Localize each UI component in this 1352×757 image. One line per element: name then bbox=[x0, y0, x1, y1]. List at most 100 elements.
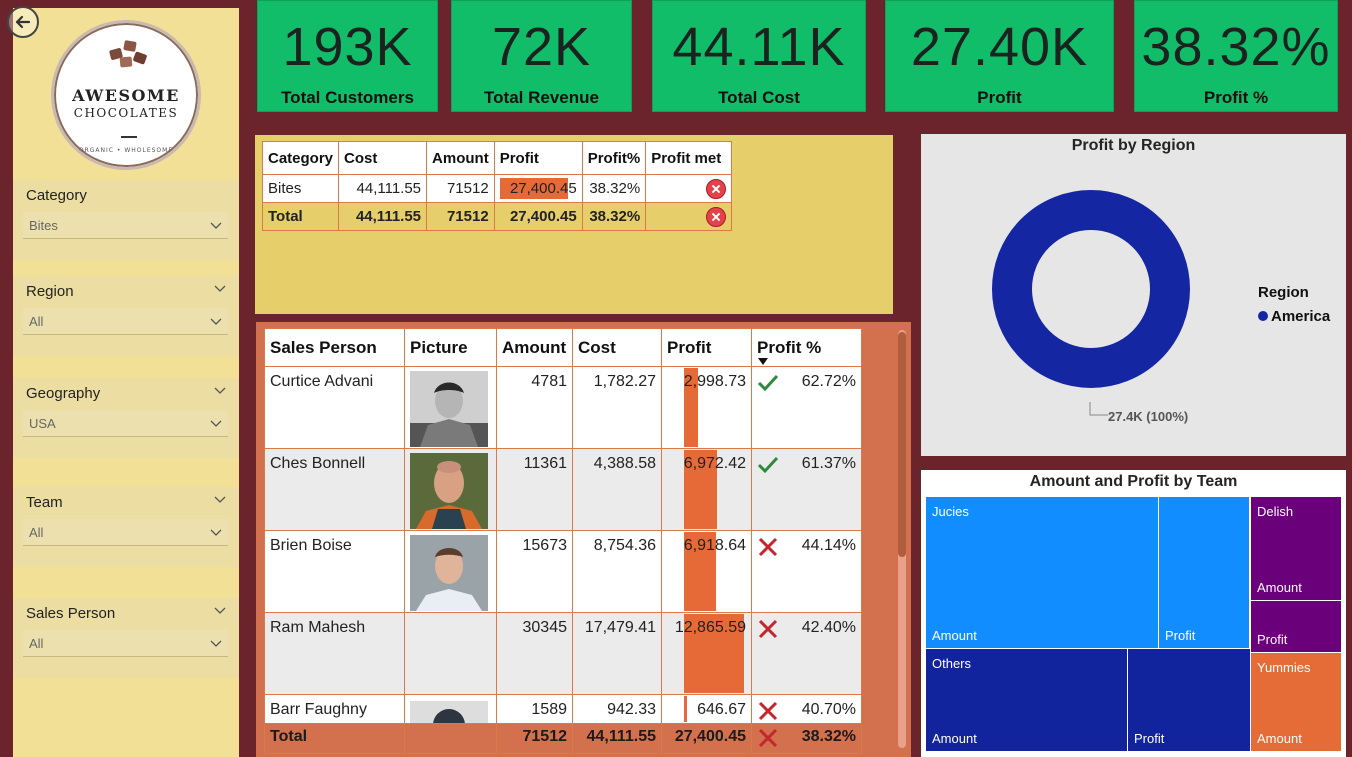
measure-label: Profit bbox=[1165, 628, 1196, 643]
category-dropdown[interactable]: Bites bbox=[23, 212, 228, 239]
slicer-category: Category Bites bbox=[13, 180, 239, 260]
table-row[interactable]: Ram Mahesh 30345 17,479.41 12,865.59 42.… bbox=[264, 612, 862, 695]
back-button[interactable] bbox=[7, 6, 39, 38]
scrollbar-thumb[interactable] bbox=[898, 332, 906, 557]
total-profit-pct-cell: 38.32% bbox=[751, 723, 862, 754]
legend-item-america[interactable]: America bbox=[1258, 308, 1330, 325]
profit-by-region-chart: Profit by Region 27.4K (100%) Region Ame… bbox=[921, 134, 1346, 456]
kpi-label: Profit bbox=[977, 88, 1022, 107]
dropdown-value: All bbox=[29, 525, 44, 540]
total-profit: 27,400.45 bbox=[661, 723, 752, 754]
category-table: Category Cost Amount Profit Profit% Prof… bbox=[261, 141, 733, 231]
slicer-title: Sales Person bbox=[26, 605, 116, 622]
sales-person-name: Ches Bonnell bbox=[264, 448, 405, 531]
profit-pct-value: 44.14% bbox=[801, 537, 856, 554]
slicer-sales-person: Sales Person All bbox=[13, 598, 239, 678]
treemap-cell-others-profit[interactable]: Profit bbox=[1127, 648, 1251, 752]
table-header-row: Category Cost Amount Profit Profit% Prof… bbox=[261, 141, 733, 175]
kpi-total-revenue: 72K Total Revenue bbox=[451, 0, 632, 112]
chevron-down-icon[interactable] bbox=[214, 282, 226, 294]
sort-desc-icon bbox=[758, 358, 768, 365]
profit-pct-value: 42.40% bbox=[801, 619, 856, 636]
picture-cell bbox=[404, 530, 497, 613]
sales-person-table: Sales Person Picture Amount Cost Profit … bbox=[264, 328, 862, 754]
column-header[interactable]: Sales Person bbox=[264, 328, 405, 367]
chart-title: Amount and Profit by Team bbox=[1029, 473, 1238, 490]
x-circle-icon bbox=[706, 178, 727, 199]
column-header-sorted[interactable]: Profit % bbox=[751, 328, 862, 367]
treemap-cell-jucies-profit[interactable]: Profit bbox=[1158, 496, 1250, 649]
amount-cell: 1589 bbox=[496, 694, 573, 724]
profit-cell: 27,400.45 bbox=[493, 174, 583, 203]
table-header-row: Sales Person Picture Amount Cost Profit … bbox=[264, 328, 862, 367]
x-mark-icon bbox=[758, 728, 778, 748]
measure-label: Amount bbox=[932, 628, 977, 643]
kpi-label: Total Revenue bbox=[484, 88, 599, 107]
donut-slice-america[interactable] bbox=[992, 190, 1190, 388]
kpi-profit: 27.40K Profit bbox=[885, 0, 1114, 112]
kpi-value: 44.11K bbox=[672, 17, 846, 77]
chevron-down-icon[interactable] bbox=[214, 384, 226, 396]
table-row[interactable]: Ches Bonnell 11361 4,388.58 6,972.42 61.… bbox=[264, 448, 862, 531]
measure-label: Profit bbox=[1257, 632, 1288, 647]
person-photo bbox=[410, 453, 488, 529]
check-icon bbox=[757, 374, 779, 392]
logo-divider bbox=[121, 136, 137, 138]
treemap-cell-jucies-amount[interactable]: Jucies Amount bbox=[925, 496, 1159, 649]
column-header[interactable]: Cost bbox=[572, 328, 662, 367]
slicer-title: Team bbox=[26, 494, 63, 511]
chevron-down-icon bbox=[210, 529, 222, 536]
total-label: Total bbox=[264, 723, 405, 754]
treemap-cell-yummies-amount[interactable]: Yummies Amount bbox=[1250, 652, 1342, 752]
logo-line1: AWESOME bbox=[72, 86, 180, 105]
scrollbar[interactable] bbox=[898, 330, 906, 748]
treemap-cell-delish-amount[interactable]: Delish Amount bbox=[1250, 496, 1342, 601]
region-dropdown[interactable]: All bbox=[23, 308, 228, 335]
sales-person-name: Ram Mahesh bbox=[264, 612, 405, 695]
geography-dropdown[interactable]: USA bbox=[23, 410, 228, 437]
treemap-cell-others-amount[interactable]: Others Amount bbox=[925, 648, 1128, 752]
table-row[interactable]: Brien Boise 15673 8,754.36 6,918.64 44.1… bbox=[264, 530, 862, 613]
profit-pct-cell: 42.40% bbox=[751, 612, 862, 695]
chevron-down-icon[interactable] bbox=[214, 604, 226, 616]
amount-cell: 11361 bbox=[496, 448, 573, 531]
treemap-cell-delish-profit[interactable]: Profit bbox=[1250, 600, 1342, 653]
total-label: Total bbox=[261, 202, 340, 231]
team-dropdown[interactable]: All bbox=[23, 519, 228, 546]
table-row[interactable]: Bites 44,111.55 71512 27,400.45 38.32% bbox=[261, 174, 733, 203]
column-header[interactable]: Category bbox=[261, 141, 340, 175]
table-row[interactable]: Barr Faughny 1589 942.33 646.67 40.70% bbox=[264, 694, 862, 724]
dropdown-value: USA bbox=[29, 416, 56, 431]
column-header[interactable]: Picture bbox=[404, 328, 497, 367]
table-row[interactable]: Curtice Advani 4781 1,782.27 2,998.73 62… bbox=[264, 366, 862, 449]
donut-data-label: 27.4K (100%) bbox=[1108, 409, 1189, 424]
filter-panel: AWESOME CHOCOLATES ORGANIC • WHOLESOME C… bbox=[13, 8, 239, 757]
slicer-title: Category bbox=[26, 187, 87, 204]
team-label: Yummies bbox=[1257, 660, 1311, 675]
kpi-value: 72K bbox=[491, 17, 592, 77]
chevron-down-icon[interactable] bbox=[214, 493, 226, 505]
person-photo bbox=[410, 701, 488, 723]
slicer-geography: Geography USA bbox=[13, 378, 239, 458]
slicer-team: Team All bbox=[13, 487, 239, 567]
kpi-total-cost: 44.11K Total Cost bbox=[652, 0, 866, 112]
column-header[interactable]: Amount bbox=[496, 328, 573, 367]
sales-person-dropdown[interactable]: All bbox=[23, 630, 228, 657]
total-cost: 44,111.55 bbox=[338, 202, 428, 231]
column-header[interactable]: Profit bbox=[661, 328, 752, 367]
column-header-label: Profit % bbox=[757, 337, 822, 357]
profit-pct-cell: 62.72% bbox=[751, 366, 862, 449]
column-header[interactable]: Profit met bbox=[645, 141, 733, 175]
picture-cell bbox=[404, 694, 497, 724]
total-profit: 27,400.45 bbox=[493, 202, 583, 231]
column-header[interactable]: Cost bbox=[338, 141, 428, 175]
kpi-total-customers: 193K Total Customers bbox=[257, 0, 438, 112]
column-header[interactable]: Amount bbox=[426, 141, 495, 175]
column-header[interactable]: Profit% bbox=[581, 141, 647, 175]
profit-cell: 2,998.73 bbox=[661, 366, 752, 449]
profit-pct-cell: 44.14% bbox=[751, 530, 862, 613]
kpi-label: Profit % bbox=[1203, 88, 1269, 107]
column-header[interactable]: Profit bbox=[493, 141, 583, 175]
logo-line2: CHOCOLATES bbox=[73, 106, 179, 120]
chart-title: Profit by Region bbox=[1071, 137, 1196, 154]
